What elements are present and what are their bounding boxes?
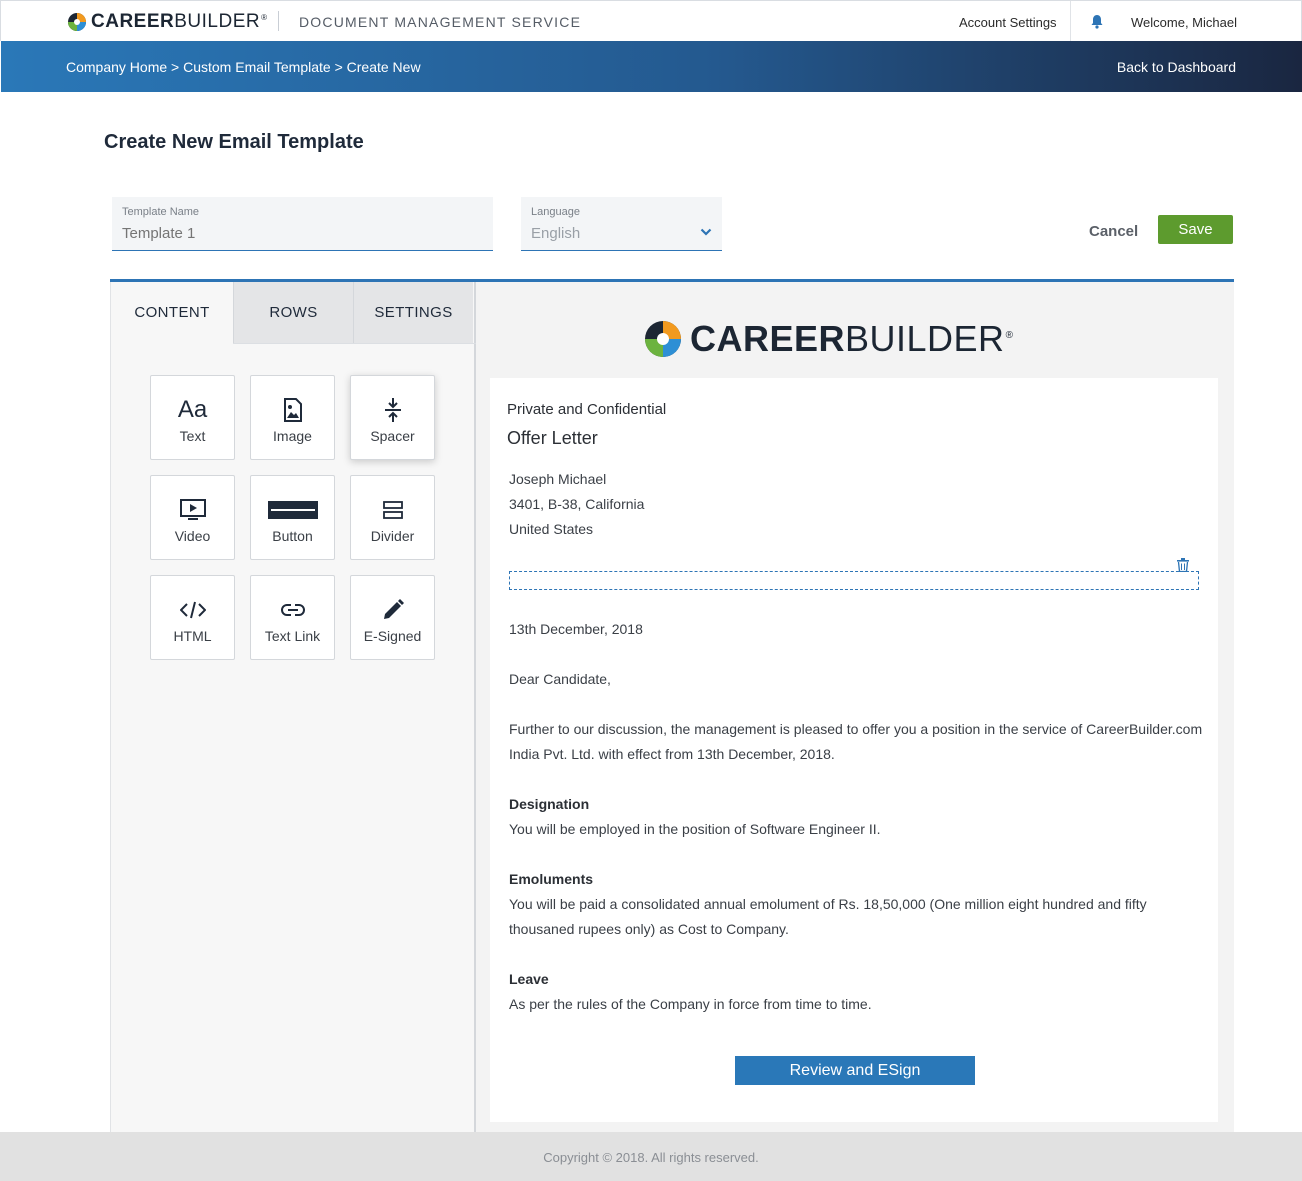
confidential-label[interactable]: Private and Confidential: [507, 397, 666, 422]
block-image[interactable]: Image: [250, 375, 335, 460]
brand-bold: CAREER: [91, 11, 175, 32]
spacer-block-selected[interactable]: [509, 571, 1199, 590]
block-label: E-Signed: [363, 628, 422, 644]
leave-text[interactable]: As per the rules of the Company in force…: [509, 992, 872, 1017]
block-label: Button: [272, 528, 313, 544]
template-name-field[interactable]: Template Name: [112, 197, 493, 251]
chevron-down-icon[interactable]: [700, 227, 712, 237]
button-icon: [267, 501, 318, 519]
block-label: Video: [174, 528, 211, 544]
language-select[interactable]: Language English: [521, 197, 722, 251]
tab-settings[interactable]: SETTINGS: [353, 282, 473, 343]
block-button[interactable]: Button: [250, 475, 335, 560]
block-label: Divider: [370, 528, 415, 544]
content-panel: CONTENT ROWS SETTINGS Aa Text Image Spac…: [110, 282, 476, 1132]
address-line[interactable]: Joseph Michael: [509, 467, 606, 492]
account-settings-link[interactable]: Account Settings: [959, 15, 1057, 30]
block-e-signed[interactable]: E-Signed: [350, 575, 435, 660]
emoluments-text[interactable]: thousaned rupees only) as Cost to Compan…: [509, 917, 789, 942]
breadcrumb[interactable]: Company Home > Custom Email Template > C…: [66, 59, 421, 75]
tab-rows[interactable]: ROWS: [233, 282, 353, 343]
email-preview: Private and Confidential Offer Letter Jo…: [490, 378, 1218, 1122]
bell-icon[interactable]: [1090, 14, 1104, 29]
leave-title[interactable]: Leave: [509, 967, 549, 992]
footer: Copyright © 2018. All rights reserved.: [0, 1132, 1302, 1181]
brand-bold: CAREER: [690, 318, 846, 359]
address-line[interactable]: 3401, B-38, California: [509, 492, 644, 517]
address-line[interactable]: United States: [509, 517, 593, 542]
save-button[interactable]: Save: [1158, 215, 1233, 244]
emoluments-title[interactable]: Emoluments: [509, 867, 593, 892]
block-divider[interactable]: Divider: [350, 475, 435, 560]
brand-light: BUILDER: [845, 318, 1005, 359]
tab-content[interactable]: CONTENT: [111, 282, 233, 343]
review-and-esign-button[interactable]: Review and ESign: [735, 1056, 975, 1085]
brand-registered: ®: [261, 12, 268, 22]
letter-date[interactable]: 13th December, 2018: [509, 617, 643, 642]
block-label: Text Link: [264, 628, 321, 644]
page-title: Create New Email Template: [104, 131, 364, 153]
top-header: CAREERBUILDER® DOCUMENT MANAGEMENT SERVI…: [0, 0, 1302, 42]
breadcrumb-bar: Company Home > Custom Email Template > C…: [1, 41, 1302, 92]
image-icon: [283, 398, 302, 422]
preview-logo: CAREERBUILDER®: [643, 318, 1013, 360]
letter-heading[interactable]: Offer Letter: [507, 426, 598, 451]
pencil-icon: [383, 599, 404, 619]
brand-registered: ®: [1005, 330, 1014, 341]
copyright: Copyright © 2018. All rights reserved.: [543, 1150, 759, 1165]
service-title: DOCUMENT MANAGEMENT SERVICE: [299, 14, 582, 30]
divider-icon: [382, 501, 403, 519]
block-text-link[interactable]: Text Link: [250, 575, 335, 660]
block-html[interactable]: HTML: [150, 575, 235, 660]
designation-title[interactable]: Designation: [509, 792, 589, 817]
brand-light: BUILDER: [174, 11, 261, 32]
language-value[interactable]: English: [531, 225, 692, 242]
cancel-button[interactable]: Cancel: [1089, 223, 1138, 240]
careerbuilder-logo[interactable]: CAREERBUILDER®: [67, 11, 268, 33]
letter-greeting[interactable]: Dear Candidate,: [509, 667, 611, 692]
block-label: Spacer: [370, 428, 415, 444]
template-builder: CONTENT ROWS SETTINGS Aa Text Image Spac…: [110, 279, 1234, 1132]
trash-icon[interactable]: [1177, 558, 1189, 572]
emoluments-text[interactable]: You will be paid a consolidated annual e…: [509, 892, 1147, 917]
template-name-input[interactable]: [122, 225, 427, 242]
back-to-dashboard-link[interactable]: Back to Dashboard: [1117, 59, 1236, 75]
block-spacer[interactable]: Spacer: [350, 375, 435, 460]
letter-intro[interactable]: India Pvt. Ltd. with effect from 13th De…: [509, 742, 835, 767]
template-name-label: Template Name: [122, 206, 200, 218]
header-separator: [1070, 1, 1071, 42]
code-icon: [179, 601, 206, 619]
video-icon: [179, 499, 206, 520]
spacer-icon: [384, 398, 401, 422]
letter-intro[interactable]: Further to our discussion, the managemen…: [509, 717, 1202, 742]
careerbuilder-logo-icon: [68, 13, 86, 31]
block-label: Image: [273, 428, 312, 444]
link-icon: [280, 604, 305, 616]
block-text[interactable]: Aa Text: [150, 375, 235, 460]
careerbuilder-logo-icon: [645, 321, 681, 357]
block-label: HTML: [173, 628, 212, 644]
welcome-user[interactable]: Welcome, Michael: [1131, 15, 1237, 30]
block-video[interactable]: Video: [150, 475, 235, 560]
header-divider: [278, 11, 279, 31]
language-label: Language: [531, 206, 580, 218]
block-label: Text: [179, 428, 206, 444]
panel-tabs: CONTENT ROWS SETTINGS: [111, 282, 476, 343]
designation-text[interactable]: You will be employed in the position of …: [509, 817, 881, 842]
text-icon: Aa: [177, 396, 208, 423]
